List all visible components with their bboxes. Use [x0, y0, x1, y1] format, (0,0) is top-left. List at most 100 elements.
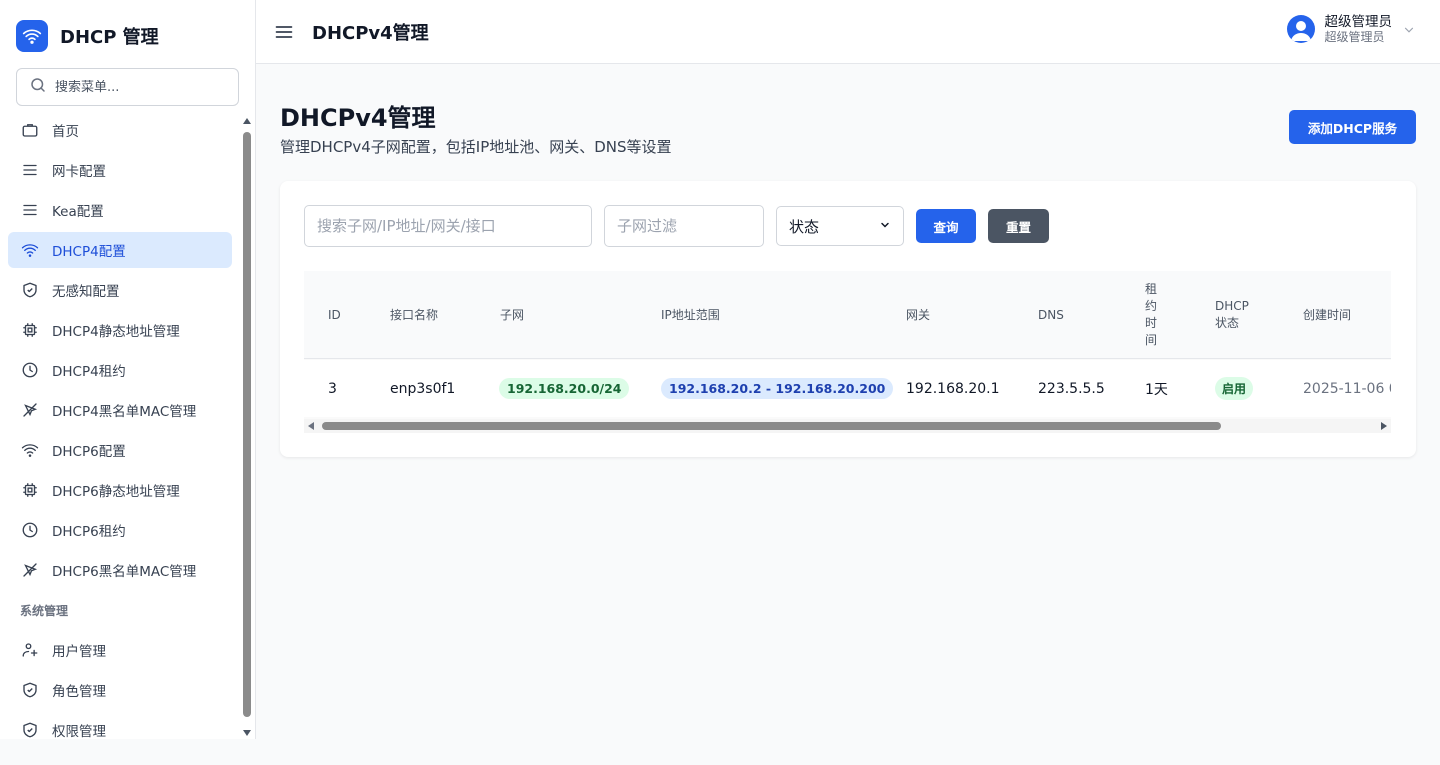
users-icon — [20, 640, 40, 660]
sidebar-item-label: 无感知配置 — [52, 284, 120, 300]
subnet-table: ID 接口名称 子网 IP地址范围 网关 DNS 租 约 时 间 DHCP 状态… — [304, 271, 1391, 433]
list-icon — [20, 200, 40, 220]
sidebar-item-label: Kea配置 — [52, 204, 104, 220]
subnet-badge: 192.168.20.0/24 — [499, 378, 630, 399]
col-subnet: 子网 — [500, 307, 525, 322]
user-menu[interactable]: 超级管理员 超级管理员 — [1286, 14, 1417, 45]
col-dns: DNS — [1038, 307, 1064, 322]
sidebar-item-dhcp6-blacklist[interactable]: DHCP6黑名单MAC管理 — [8, 552, 232, 588]
sidebar-search-input[interactable] — [55, 79, 225, 95]
cell-status: 启用 — [1215, 360, 1254, 417]
query-button[interactable]: 查询 — [916, 209, 976, 243]
search-input[interactable] — [304, 205, 592, 247]
col-dhcp-status: DHCP 状态 — [1215, 271, 1249, 359]
sidebar-item-roles[interactable]: 角色管理 — [8, 672, 232, 708]
table-scroll-thumb[interactable] — [322, 422, 1221, 430]
sidebar-item-label: 角色管理 — [52, 684, 106, 700]
user-name: 超级管理员 — [1324, 14, 1393, 30]
col-gateway: 网关 — [906, 307, 931, 322]
col-dhcp-status-line: DHCP — [1215, 299, 1249, 314]
status-badge: 启用 — [1215, 377, 1254, 400]
shield-icon — [20, 680, 40, 700]
cell-lease: 1天 — [1145, 381, 1168, 398]
col-lease-time-line: 间 — [1145, 332, 1158, 347]
shield-icon — [20, 280, 40, 300]
brand[interactable]: DHCP 管理 — [16, 20, 159, 52]
user-info: 超级管理员 超级管理员 — [1325, 14, 1393, 45]
sidebar-item-label: DHCP6静态地址管理 — [52, 484, 180, 500]
col-interface: 接口名称 — [390, 307, 439, 322]
clock-icon — [20, 520, 40, 540]
sidebar-item-dhcp4-lease[interactable]: DHCP4租约 — [8, 352, 232, 388]
sidebar-item-label: 网卡配置 — [52, 164, 106, 180]
chevron-down-icon[interactable] — [1402, 22, 1416, 36]
sidebar-scrollbar[interactable] — [241, 116, 253, 736]
sidebar-item-dhcp6-config[interactable]: DHCP6配置 — [8, 432, 232, 468]
sidebar-menu: 首页 网卡配置 Kea配置 DHCP4配置 无感知配置 DHCP4静态地址管理 … — [8, 112, 232, 752]
col-dhcp-status-line: 状态 — [1215, 316, 1240, 330]
user-role: 超级管理员 — [1324, 30, 1385, 45]
chip-icon — [20, 480, 40, 500]
sidebar-item-dhcp4-blacklist[interactable]: DHCP4黑名单MAC管理 — [8, 392, 232, 428]
sidebar-item-dhcp4-static[interactable]: DHCP4静态地址管理 — [8, 312, 232, 348]
cell-id: 3 — [328, 380, 337, 397]
col-lease-time-line: 租 — [1145, 282, 1158, 297]
reset-button[interactable]: 重置 — [988, 209, 1049, 243]
subnet-filter-input[interactable] — [604, 205, 764, 247]
col-ip-range: IP地址范围 — [661, 307, 720, 322]
sidebar-item-dhcp6-static[interactable]: DHCP6静态地址管理 — [8, 472, 232, 508]
sidebar-item-label: 首页 — [52, 124, 79, 140]
brand-title: DHCP 管理 — [60, 27, 159, 48]
sidebar-item-nic-config[interactable]: 网卡配置 — [8, 152, 232, 188]
filter-bar: 状态 查询 重置 — [304, 205, 1049, 247]
scroll-left-icon[interactable] — [308, 422, 314, 430]
add-dhcp-service-button[interactable]: 添加DHCP服务 — [1289, 110, 1416, 144]
sidebar-search[interactable] — [16, 68, 239, 106]
wifi-icon — [20, 240, 40, 260]
col-id: ID — [328, 307, 341, 322]
sidebar-item-label: DHCP4配置 — [52, 244, 126, 260]
sidebar: DHCP 管理 首页 网卡配置 Kea配置 DHCP4配置 无感知配置 — [0, 0, 256, 740]
sidebar-item-label: 权限管理 — [52, 724, 106, 740]
cell-subnet: 192.168.20.0/24 — [499, 360, 630, 417]
top-header: DHCPv4管理 超级管理员 超级管理员 — [256, 0, 1440, 64]
ban-icon — [20, 400, 40, 420]
sidebar-item-label: DHCP6黑名单MAC管理 — [52, 564, 197, 580]
col-lease-time-line: 时 — [1145, 316, 1158, 330]
cell-gateway: 192.168.20.1 — [906, 380, 1000, 397]
clock-icon — [20, 360, 40, 380]
sidebar-item-kea-config[interactable]: Kea配置 — [8, 192, 232, 228]
scroll-up-icon[interactable] — [243, 118, 251, 124]
avatar — [1286, 15, 1315, 44]
briefcase-icon — [20, 120, 40, 140]
sidebar-item-seamless-config[interactable]: 无感知配置 — [8, 272, 232, 308]
hamburger-menu-icon[interactable] — [274, 22, 294, 42]
table-row[interactable]: 3 enp3s0f1 192.168.20.0/24 192.168.20.2 … — [304, 360, 1391, 417]
status-select-value: 状态 — [789, 217, 820, 236]
cell-interface: enp3s0f1 — [390, 380, 456, 397]
header-title: DHCPv4管理 — [312, 23, 429, 44]
status-select[interactable]: 状态 — [776, 206, 904, 246]
cell-dns: 223.5.5.5 — [1038, 380, 1105, 397]
scroll-right-icon[interactable] — [1381, 422, 1387, 430]
sidebar-item-label: DHCP6配置 — [52, 444, 126, 460]
sidebar-item-dhcp4-config[interactable]: DHCP4配置 — [8, 232, 232, 268]
subnet-card: 状态 查询 重置 ID 接口名称 子网 IP地址范围 网关 DNS 租 约 时 … — [280, 181, 1416, 457]
col-lease-time: 租 约 时 间 — [1145, 271, 1157, 359]
sidebar-item-dhcp6-lease[interactable]: DHCP6租约 — [8, 512, 232, 548]
col-created: 创建时间 — [1303, 307, 1352, 322]
cell-created: 2025-11-06 0 — [1303, 380, 1391, 397]
page-description: 管理DHCPv4子网配置，包括IP地址池、网关、DNS等设置 — [280, 138, 672, 156]
sidebar-item-users[interactable]: 用户管理 — [8, 632, 232, 668]
sidebar-scroll-thumb[interactable] — [243, 132, 251, 717]
chip-icon — [20, 320, 40, 340]
list-icon — [20, 160, 40, 180]
sidebar-item-label: DHCP4黑名单MAC管理 — [52, 404, 197, 420]
scroll-down-icon[interactable] — [243, 730, 251, 736]
wifi-logo-icon — [16, 20, 48, 52]
table-header: ID 接口名称 子网 IP地址范围 网关 DNS 租 约 时 间 DHCP 状态… — [304, 271, 1391, 359]
table-horizontal-scrollbar[interactable] — [304, 419, 1391, 433]
sidebar-item-home[interactable]: 首页 — [8, 112, 232, 148]
ip-range-badge: 192.168.20.2 - 192.168.20.200 — [661, 378, 894, 399]
sidebar-item-permissions[interactable]: 权限管理 — [8, 712, 232, 748]
